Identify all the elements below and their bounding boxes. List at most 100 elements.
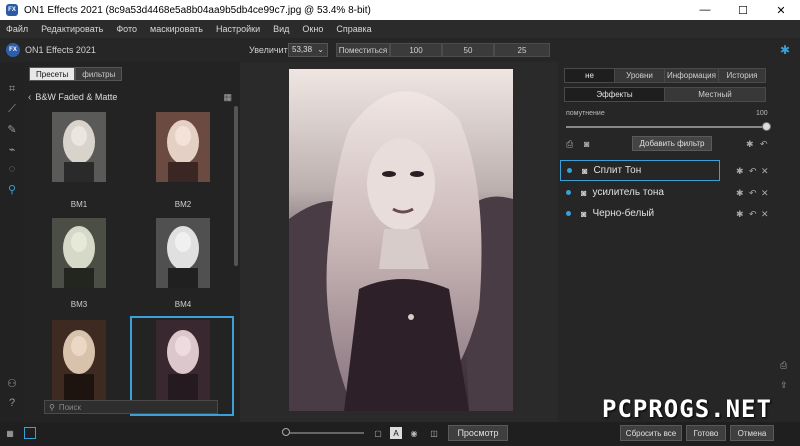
reset-icon[interactable]: ↶ <box>749 209 757 220</box>
tab-history[interactable]: История <box>719 69 765 82</box>
preset-thumb-5[interactable] <box>52 320 106 400</box>
close-icon[interactable]: ✕ <box>761 166 769 177</box>
single-view-icon[interactable] <box>24 427 36 439</box>
retouch-tool-icon[interactable]: ◌ <box>5 162 19 176</box>
zoom-100-button[interactable]: 100 <box>390 43 442 57</box>
mask-icon[interactable]: ◙ <box>584 139 589 149</box>
portrait-thumbnail <box>156 112 210 182</box>
opacity-slider-thumb[interactable] <box>762 122 771 131</box>
mask-view-icon[interactable]: ◉ <box>408 427 420 439</box>
right-panel: не Уровни Информация История Эффекты Мес… <box>558 62 800 422</box>
split-view-icon[interactable]: ◫ <box>428 427 440 439</box>
top-toolbar: FX ON1 Effects 2021 Увеличить 53,38 ⌄ По… <box>0 38 800 62</box>
tab-presets[interactable]: Пресеты <box>29 67 76 81</box>
reset-icon[interactable]: ↶ <box>749 188 757 199</box>
menu-edit[interactable]: Редактировать <box>41 24 103 34</box>
filter-row-tone-enhancer[interactable]: ◙ усилитель тона <box>560 182 720 203</box>
menu-help[interactable]: Справка <box>336 24 371 34</box>
save-preset-icon[interactable]: ⎙ <box>566 139 573 150</box>
eye-icon[interactable]: ◙ <box>581 209 586 219</box>
opacity-slider-track[interactable] <box>566 126 766 128</box>
portrait-thumbnail <box>52 320 106 400</box>
add-filter-button[interactable]: Добавить фильтр <box>632 136 712 151</box>
preset-label: BM4 <box>174 300 192 309</box>
app-icon: FX <box>6 4 18 16</box>
search-icon: ⚲ <box>49 402 55 412</box>
auto-icon[interactable]: A <box>390 427 402 439</box>
zoom-25-button[interactable]: 25 <box>494 43 550 57</box>
user-icon[interactable]: ⚇ <box>5 376 19 390</box>
compare-icon[interactable]: ▢ <box>372 427 384 439</box>
maximize-button[interactable]: ☐ <box>724 0 762 20</box>
refine-tool-icon[interactable]: ⌁ <box>5 142 19 156</box>
settings-icon[interactable]: ✱ <box>780 43 790 57</box>
preview-size-slider[interactable] <box>284 432 364 434</box>
gear-icon[interactable]: ✱ <box>736 209 744 220</box>
preset-thumb-bm2[interactable] <box>156 112 210 182</box>
preview-size-knob[interactable] <box>282 428 290 436</box>
tab-layers[interactable]: не <box>565 69 615 82</box>
gear-icon[interactable]: ✱ <box>736 166 744 177</box>
preset-thumb-6[interactable] <box>156 320 210 400</box>
mask-brush-icon[interactable]: ✎ <box>5 122 19 136</box>
gear-icon[interactable]: ✱ <box>746 139 754 150</box>
done-button[interactable]: Готово <box>686 425 726 441</box>
eye-icon[interactable]: ◙ <box>581 188 586 198</box>
category-header[interactable]: ‹ B&W Faded & Matte ▦ <box>24 89 240 105</box>
watermark: PCPROGS.NET <box>602 395 772 423</box>
menu-file[interactable]: Файл <box>6 24 28 34</box>
grid-icon[interactable]: ▦ <box>223 92 232 103</box>
browser-tabs: Пресеты фильтры <box>29 67 123 81</box>
export-icon[interactable]: ⇪ <box>780 380 788 391</box>
minimize-button[interactable]: — <box>686 0 724 20</box>
zoom-50-button[interactable]: 50 <box>442 43 494 57</box>
close-icon[interactable]: ✕ <box>761 188 769 199</box>
filter-row-black-white[interactable]: ◙ Черно-белый <box>560 203 720 224</box>
menu-window[interactable]: Окно <box>302 24 323 34</box>
chevron-left-icon[interactable]: ‹ <box>28 92 31 103</box>
tool-strip: ⌗ ⟋ ✎ ⌁ ◌ ⚲ ⚇ ? <box>0 62 24 446</box>
eye-icon[interactable]: ◙ <box>582 166 587 176</box>
menu-settings[interactable]: Настройки <box>216 24 260 34</box>
menu-view[interactable]: Вид <box>273 24 289 34</box>
tab-local[interactable]: Местный <box>665 88 765 101</box>
printer-icon[interactable]: ⎙ <box>780 360 787 371</box>
filter-name: Сплит Тон <box>593 165 642 176</box>
main-photo[interactable] <box>289 69 513 411</box>
grid-view-icon[interactable]: ▦ <box>4 427 16 439</box>
portrait-thumbnail <box>52 218 106 288</box>
reset-icon[interactable]: ↶ <box>749 166 757 177</box>
product-name: ON1 Effects 2021 <box>25 45 96 55</box>
zoom-tool-icon[interactable]: ⚲ <box>5 182 19 196</box>
preset-thumb-bm4[interactable] <box>156 218 210 288</box>
browser-scrollbar[interactable] <box>234 106 238 266</box>
close-icon[interactable]: ✕ <box>761 209 769 220</box>
menu-photo[interactable]: Фото <box>116 24 137 34</box>
tab-filters[interactable]: фильтры <box>75 67 123 81</box>
search-placeholder: Поиск <box>58 402 82 412</box>
cancel-button[interactable]: Отмена <box>730 425 774 441</box>
gear-icon[interactable]: ✱ <box>736 188 744 199</box>
help-icon[interactable]: ? <box>5 396 19 410</box>
tab-levels[interactable]: Уровни <box>615 69 665 82</box>
tab-effects[interactable]: Эффекты <box>565 88 665 101</box>
portrait-thumbnail <box>52 112 106 182</box>
close-button[interactable]: ✕ <box>762 0 800 20</box>
preset-label: BM1 <box>70 200 88 209</box>
preset-thumb-bm3[interactable] <box>52 218 106 288</box>
filter-row-split-tone[interactable]: ◙ Сплит Тон <box>560 160 720 181</box>
menu-mask[interactable]: маскировать <box>150 24 203 34</box>
preview-button[interactable]: Просмотр <box>448 425 508 441</box>
reset-all-button[interactable]: Сбросить все <box>620 425 682 441</box>
portrait-thumbnail <box>156 218 210 288</box>
brush-tool-icon[interactable]: ⟋ <box>5 102 19 116</box>
zoom-value-text: 53,38 <box>292 45 313 54</box>
preset-thumb-bm1[interactable] <box>52 112 106 182</box>
filter-active-dot <box>566 211 571 216</box>
crop-tool-icon[interactable]: ⌗ <box>5 82 19 96</box>
zoom-input[interactable]: 53,38 ⌄ <box>288 43 328 57</box>
tab-info[interactable]: Информация <box>665 69 719 82</box>
reset-icon[interactable]: ↶ <box>760 139 768 150</box>
fit-button[interactable]: Поместиться <box>336 43 390 57</box>
search-input[interactable]: ⚲ Поиск <box>44 400 218 414</box>
